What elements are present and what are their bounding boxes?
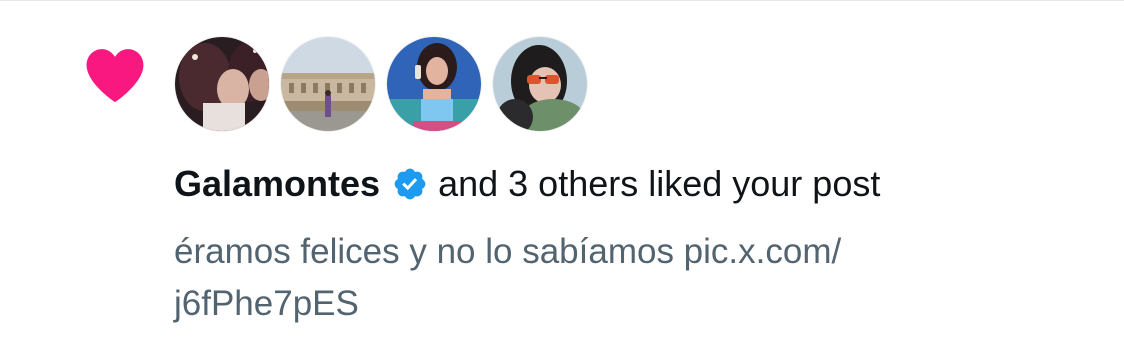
notification-headline: Galamontes and 3 others liked your post	[174, 160, 880, 208]
avatar-row	[174, 36, 588, 134]
avatar[interactable]	[174, 36, 270, 132]
avatar[interactable]	[386, 36, 482, 132]
verified-badge-icon	[394, 168, 426, 200]
heart-icon	[86, 49, 144, 103]
post-text-line: j6fPhe7pES	[174, 284, 359, 323]
post-text-line: éramos felices y no lo sabíamos pic.x.co…	[174, 232, 842, 271]
top-divider	[0, 0, 1124, 1]
action-text: and 3 others liked your post	[438, 163, 881, 204]
username-link[interactable]: Galamontes	[174, 160, 380, 208]
avatar[interactable]	[492, 36, 588, 132]
post-preview[interactable]: éramos felices y no lo sabíamos pic.x.co…	[174, 226, 1054, 330]
avatar[interactable]	[280, 36, 376, 132]
